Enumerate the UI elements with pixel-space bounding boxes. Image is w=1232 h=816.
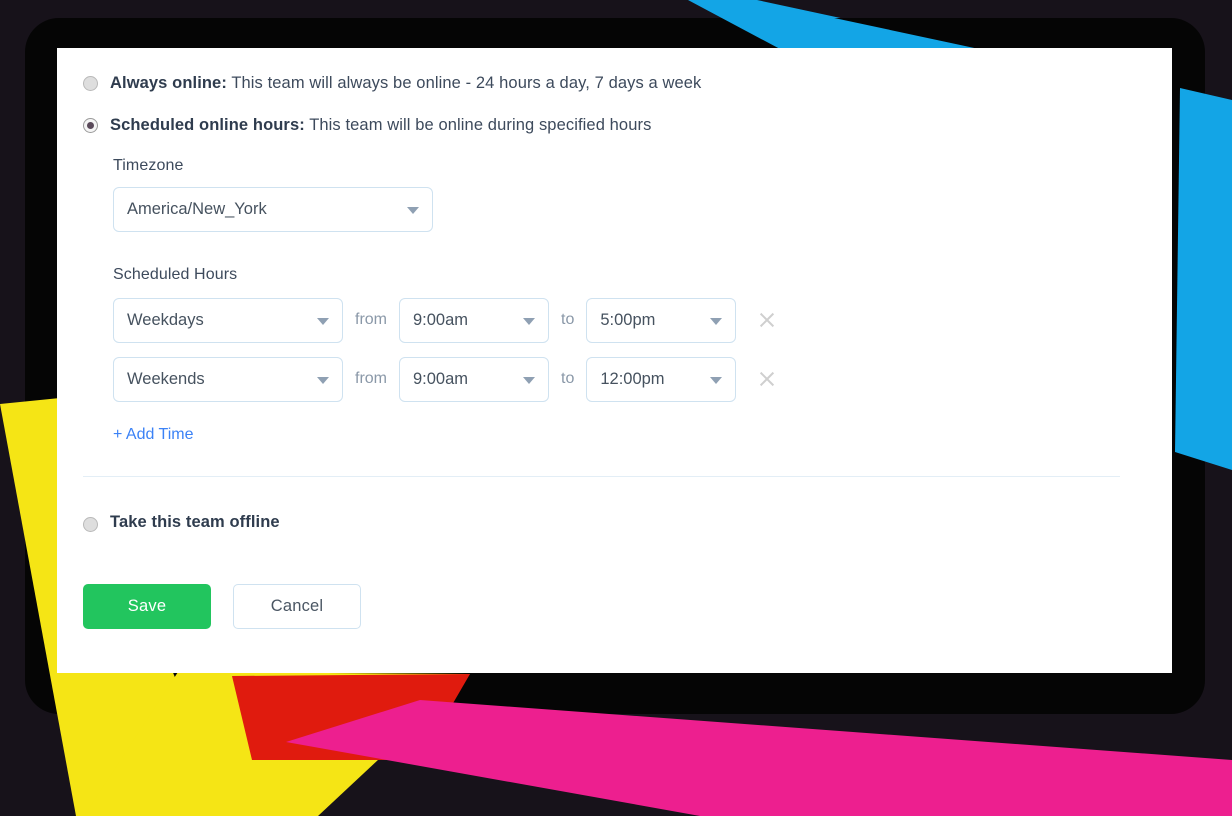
radio-option-take-offline[interactable]: Take this team offline [83,513,1142,532]
from-time-select-0[interactable]: 9:00am [399,297,549,343]
chevron-down-icon [523,318,535,326]
always-online-lead: Always online: [110,74,227,92]
scheduled-settings-block: Timezone America/New_York Scheduled Hour… [83,157,1142,444]
from-label-1: from [355,370,387,388]
radio-option-always-online[interactable]: Always online: This team will always be … [83,72,1142,94]
chevron-down-icon [710,318,723,326]
radio-always-online-indicator[interactable] [83,76,98,91]
scheduled-hours-rest: This team will be online during specifie… [304,116,652,135]
scheduled-hours-row: Weekdays from 9:00am to 5:00pm [113,297,1142,343]
save-button[interactable]: Save [83,583,211,629]
timezone-value: America/New_York [127,199,267,218]
chevron-down-icon [317,377,329,385]
scheduled-hours-lead: Scheduled online hours: [110,116,305,135]
day-value-1: Weekends [127,369,205,388]
close-x-icon[interactable] [758,311,776,329]
always-online-rest: This team will always be online - 24 hou… [226,74,702,92]
section-divider [83,475,1120,477]
timezone-select[interactable]: America/New_York [113,186,433,232]
chevron-down-icon [523,377,535,385]
timezone-label: Timezone [113,156,184,174]
from-time-value-1: 9:00am [413,369,469,388]
to-time-select-0[interactable]: 5:00pm [586,297,737,343]
to-label-1: to [561,370,575,388]
cancel-button[interactable]: Cancel [233,583,361,629]
radio-take-offline-indicator[interactable] [83,516,98,532]
radio-scheduled-hours-indicator[interactable] [83,118,98,134]
to-label-0: to [561,311,575,329]
radio-option-scheduled-hours[interactable]: Scheduled online hours: This team will b… [83,114,1142,136]
add-time-link[interactable]: + Add Time [113,426,194,444]
day-select-0[interactable]: Weekdays [113,297,343,343]
settings-panel: Always online: This team will always be … [57,48,1172,673]
radio-always-online-label: Always online: This team will always be … [110,72,701,94]
day-select-1[interactable]: Weekends [113,356,343,402]
action-buttons: Save Cancel [83,583,1142,629]
close-x-icon[interactable] [758,370,776,388]
to-time-value-1: 12:00pm [600,369,665,388]
screenshot-stage: Always online: This team will always be … [0,0,1232,816]
radio-scheduled-hours-label: Scheduled online hours: This team will b… [110,114,651,136]
from-time-select-1[interactable]: 9:00am [399,356,549,402]
scheduled-hours-row: Weekends from 9:00am to 12:00pm [113,356,1142,402]
to-time-value-0: 5:00pm [600,310,656,329]
from-time-value-0: 9:00am [413,310,469,329]
radio-take-offline-label: Take this team offline [110,512,280,531]
from-label-0: from [355,311,387,329]
chevron-down-icon [710,377,723,385]
to-time-select-1[interactable]: 12:00pm [586,356,737,402]
day-value-0: Weekdays [127,310,204,329]
scheduled-hours-label: Scheduled Hours [113,265,238,283]
chevron-down-icon [317,318,329,326]
chevron-down-icon [407,207,419,215]
